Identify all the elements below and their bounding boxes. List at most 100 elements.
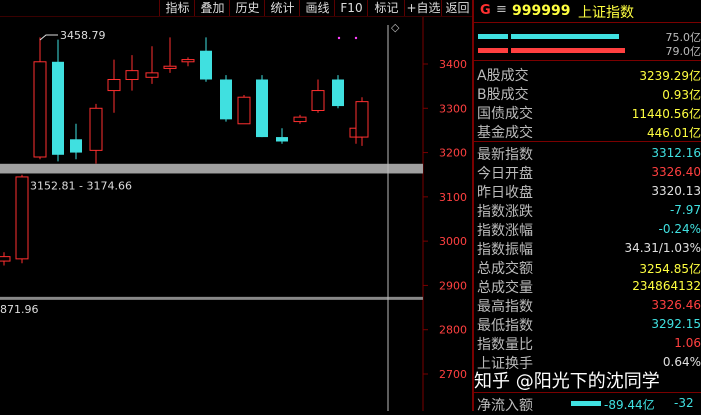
stat-label: 基金成交 xyxy=(477,122,533,142)
chart-background xyxy=(0,17,472,411)
stat-label: 指数量比 xyxy=(477,334,533,354)
stat-value: 0.93亿 xyxy=(662,86,701,103)
stat-row: 指数涨幅 -0.24% xyxy=(474,220,701,239)
crosshair-handle-icon[interactable]: ◇ xyxy=(391,21,400,34)
netflow-value-2: -32 xyxy=(674,396,694,410)
stat-row: 最高指数3326.46 xyxy=(474,296,701,315)
ratio-bar-top-b xyxy=(511,34,619,39)
stat-value: 11440.56亿 xyxy=(632,105,701,122)
candle-body xyxy=(164,66,176,68)
index-code: 999999 xyxy=(512,3,570,19)
stat-label: A股成交 xyxy=(477,65,529,85)
index-name: 上证指数 xyxy=(578,2,634,22)
horizontal-line xyxy=(0,297,423,300)
stat-row: 最低指数 3292.15 xyxy=(474,315,701,334)
hline-value-label: 871.96 xyxy=(0,303,39,316)
ratio-bar-top-a xyxy=(478,34,508,39)
stat-label: 指数振幅 xyxy=(477,239,533,259)
stat-value: 3292.15 xyxy=(651,317,701,331)
candle-body xyxy=(332,80,344,107)
candle-body xyxy=(182,60,194,62)
y-tick-label: 3000 xyxy=(439,235,467,248)
stat-row: 今日开盘 3326.40 xyxy=(474,163,701,182)
candle-body xyxy=(312,91,324,111)
y-tick-label: 2900 xyxy=(439,279,467,292)
ratio-bar-bottom-b xyxy=(511,48,625,53)
y-tick-label: 2700 xyxy=(439,368,467,381)
stat-row: 指数量比1.06 xyxy=(474,334,701,353)
index-flag: G xyxy=(480,3,491,18)
stat-label: 最高指数 xyxy=(477,296,533,316)
candle-body xyxy=(34,62,46,157)
stat-label: 国债成交 xyxy=(477,103,533,123)
toolbar-button-7[interactable]: +自选 xyxy=(404,0,442,16)
candle-body xyxy=(276,137,288,141)
y-tick-label: 3300 xyxy=(439,102,467,115)
band-range-label: 3152.81 - 3174.66 xyxy=(30,179,132,192)
stat-label: 最低指数 xyxy=(477,315,533,335)
netflow-value: -89.44亿 xyxy=(604,396,655,413)
stat-row: 指数振幅 34.31/1.03% xyxy=(474,239,701,258)
menu-icon[interactable]: ≡ xyxy=(496,2,507,17)
toolbar-button-2[interactable]: 历史 xyxy=(229,0,265,16)
stat-label: 总成交额 xyxy=(477,258,533,278)
candle-body xyxy=(108,80,120,91)
stat-row: 基金成交446.01亿 xyxy=(474,122,701,141)
candle-body xyxy=(356,102,368,137)
candle-body xyxy=(70,139,82,152)
stat-value: 3326.40 xyxy=(651,165,701,179)
stat-label: 指数涨幅 xyxy=(477,220,533,240)
marker-dot xyxy=(338,37,340,39)
quote-header: G ≡ 999999 上证指数 xyxy=(474,0,701,23)
stat-value: 3254.85亿 xyxy=(639,260,701,277)
chart-toolbar: 指标叠加历史统计画线F10标记+自选返回 xyxy=(0,0,472,17)
candle-body xyxy=(256,80,268,138)
stat-value: -0.24% xyxy=(659,222,701,236)
y-tick-label: 3400 xyxy=(439,58,467,71)
ratio-bar-bottom-a xyxy=(478,48,508,53)
candle-body xyxy=(238,97,250,124)
stat-row: 指数涨跌 -7.97 xyxy=(474,201,701,220)
marker-dot xyxy=(355,37,357,39)
stat-value: 3320.13 xyxy=(651,184,701,198)
stat-row: 国债成交 11440.56亿 xyxy=(474,103,701,122)
toolbar-button-0[interactable]: 指标 xyxy=(159,0,195,16)
netflow-bar xyxy=(571,401,601,406)
separator xyxy=(474,141,701,142)
candlestick-chart[interactable]: 34003300320031003000290028002700◇3458.79… xyxy=(0,17,472,411)
support-band xyxy=(0,164,423,174)
stat-value: 3312.16 xyxy=(651,146,701,160)
candle-body xyxy=(90,108,102,150)
stat-label: 今日开盘 xyxy=(477,163,533,183)
candle-body xyxy=(0,257,10,261)
candle-body xyxy=(16,177,28,259)
ratio-bottom-label: 79.0亿 xyxy=(666,43,701,59)
separator xyxy=(474,60,701,61)
candle-body xyxy=(126,71,138,80)
high-price-label: 3458.79 xyxy=(60,29,106,42)
netflow-row: 净流入额 -89.44亿 -32 xyxy=(474,392,701,412)
stat-value: 34.31/1.03% xyxy=(624,241,701,255)
toolbar-button-8[interactable]: 返回 xyxy=(441,0,473,16)
y-tick-label: 3100 xyxy=(439,191,467,204)
stat-row: 昨日收盘3320.13 xyxy=(474,182,701,201)
stat-value: 0.64% xyxy=(663,355,701,369)
stat-row: B股成交 0.93亿 xyxy=(474,84,701,103)
quote-panel: G ≡ 999999 上证指数 75.0亿 79.0亿 A股成交3239.29亿… xyxy=(474,0,701,411)
netflow-label: 净流入额 xyxy=(477,395,533,415)
candle-body xyxy=(220,80,232,120)
toolbar-button-3[interactable]: 统计 xyxy=(264,0,300,16)
toolbar-button-4[interactable]: 画线 xyxy=(299,0,335,16)
stat-row: 最新指数 3312.16 xyxy=(474,144,701,163)
stat-label: 最新指数 xyxy=(477,144,533,164)
stat-label: B股成交 xyxy=(477,84,529,104)
stat-value: -7.97 xyxy=(670,203,701,217)
toolbar-button-5[interactable]: F10 xyxy=(334,0,368,16)
watermark: 知乎 @阳光下的沈同学 xyxy=(474,367,660,393)
stat-label: 指数涨跌 xyxy=(477,201,533,221)
stat-value: 3239.29亿 xyxy=(639,67,701,84)
candle-body xyxy=(200,51,212,80)
stat-row: A股成交 3239.29亿 xyxy=(474,65,701,84)
toolbar-button-6[interactable]: 标记 xyxy=(367,0,405,16)
toolbar-button-1[interactable]: 叠加 xyxy=(194,0,230,16)
